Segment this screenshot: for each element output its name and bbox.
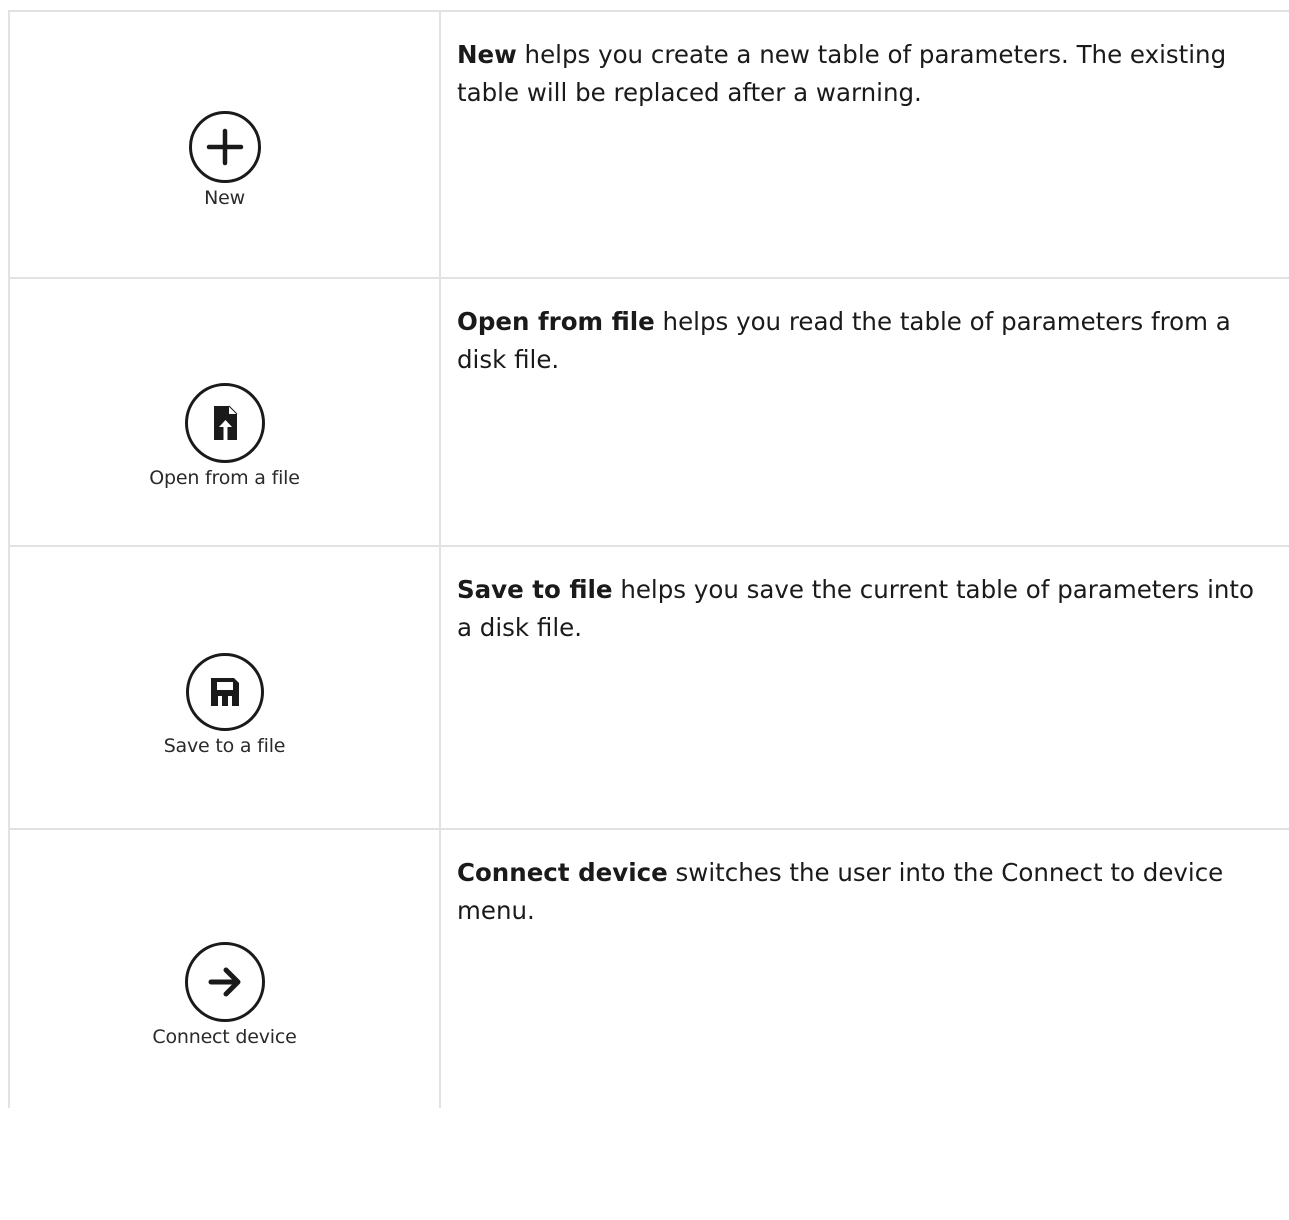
icon-cell: Save to a file [8, 545, 441, 830]
icon-cell: New [8, 10, 441, 279]
save-to-file-button-label: Save to a file [163, 735, 286, 757]
description-cell: New helps you create a new table of para… [439, 10, 1289, 279]
description-text: Save to file helps you save the current … [457, 571, 1276, 647]
description-cell: Save to file helps you save the current … [439, 545, 1289, 830]
description-term: Save to file [457, 575, 613, 604]
description-text: Connect device switches the user into th… [457, 854, 1276, 930]
table-row: Connect device Connect device switches t… [8, 828, 1289, 1108]
icon-cell: Connect device [8, 828, 441, 1108]
description-term: New [457, 40, 517, 69]
plus-icon [188, 111, 261, 183]
description-cell: Connect device switches the user into th… [439, 828, 1289, 1108]
table-row: Save to a file Save to file helps you sa… [8, 545, 1289, 830]
open-from-file-button-label: Open from a file [149, 467, 300, 489]
file-upload-icon [184, 383, 265, 463]
new-button-label: New [204, 187, 245, 209]
table-row: Open from a file Open from file helps yo… [8, 277, 1289, 547]
connect-device-button-label: Connect device [152, 1026, 297, 1048]
floppy-disk-icon [185, 653, 264, 731]
description-body: helps you create a new table of paramete… [457, 40, 1227, 107]
icon-cell: Open from a file [8, 277, 441, 547]
description-term: Open from file [457, 307, 655, 336]
help-table: New New helps you create a new table of … [8, 10, 1289, 1108]
description-text: New helps you create a new table of para… [457, 36, 1276, 112]
arrow-right-icon [184, 942, 265, 1022]
connect-device-button[interactable]: Connect device [10, 830, 439, 1220]
table-row: New New helps you create a new table of … [8, 10, 1289, 279]
description-cell: Open from file helps you read the table … [439, 277, 1289, 547]
description-term: Connect device [457, 858, 668, 887]
description-text: Open from file helps you read the table … [457, 303, 1276, 379]
